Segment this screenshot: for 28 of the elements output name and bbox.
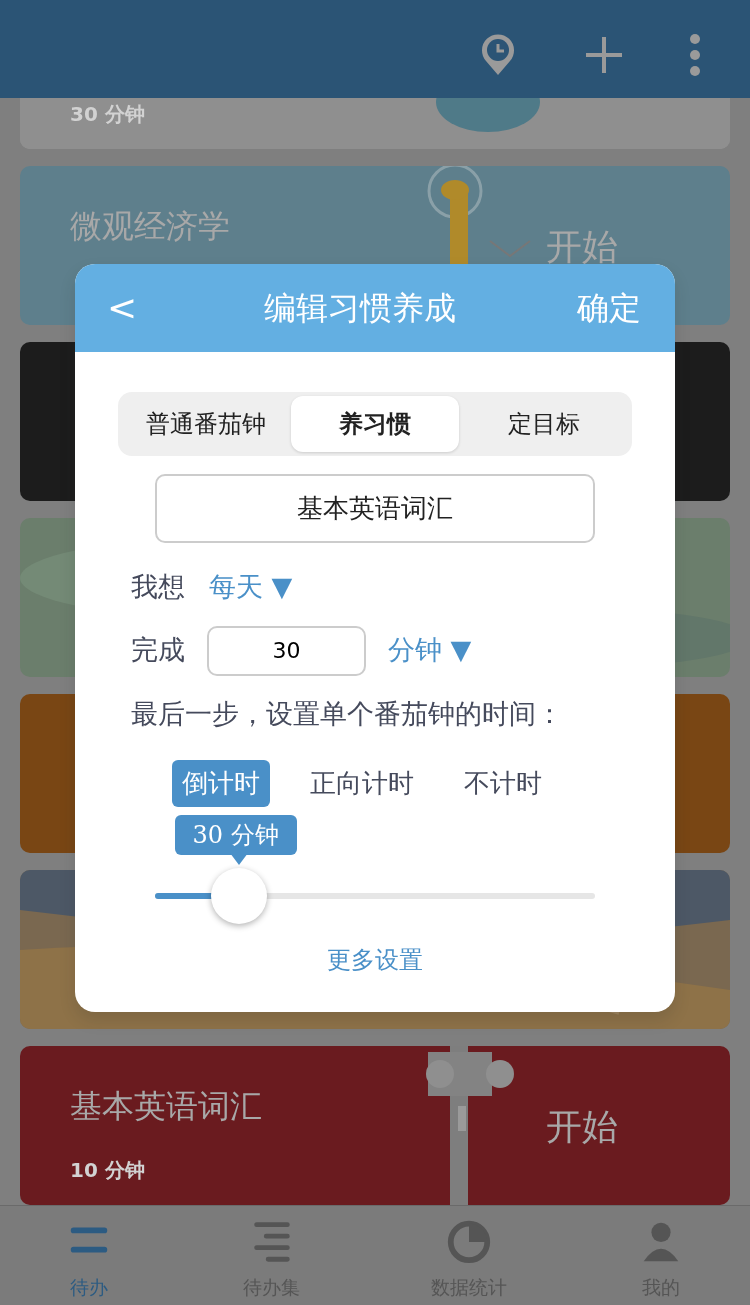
start-button[interactable]: 开始 (546, 1100, 618, 1154)
name-field[interactable]: 基本英语词汇 (155, 474, 595, 543)
slider[interactable] (155, 868, 595, 924)
timer-mode-option[interactable]: 不计时 (454, 760, 552, 807)
card-title: 基本英语词汇 (70, 1086, 262, 1127)
instruction-text: 最后一步，设置单个番茄钟的时间： (131, 696, 564, 731)
tab[interactable]: 养习惯 (290, 396, 460, 452)
tab[interactable]: 定目标 (459, 396, 628, 452)
field-label: 我想 (131, 570, 185, 604)
nav-tab[interactable]: 待办 (0, 1206, 179, 1305)
card-title: 微观经济学 (70, 206, 230, 247)
amount-field[interactable]: 30 (207, 625, 366, 676)
frequency-dropdown[interactable]: 每天 ▼ (209, 567, 293, 608)
more-settings-link[interactable]: 更多设置 (327, 946, 423, 974)
card-duration: 10 分钟 (70, 1157, 145, 1184)
timer-mode-option[interactable]: 倒计时 (172, 760, 270, 807)
dialog-title: 编辑习惯养成 (264, 288, 457, 329)
slider-tooltip: 30 分钟 (174, 815, 297, 855)
slider-thumb[interactable] (210, 868, 267, 924)
timer-mode-option[interactable]: 正向计时 (300, 760, 424, 807)
tooltip-pointer (229, 853, 248, 865)
back-button[interactable]: < (101, 281, 144, 335)
unit-dropdown[interactable]: 分钟 ▼ (388, 630, 472, 671)
confirm-button[interactable]: 确定 (577, 284, 641, 332)
field-label: 完成 (131, 633, 185, 668)
card-duration: 30 分钟 (70, 101, 145, 128)
more-icon[interactable] (688, 33, 702, 77)
tab[interactable]: 普通番茄钟 (122, 396, 291, 452)
